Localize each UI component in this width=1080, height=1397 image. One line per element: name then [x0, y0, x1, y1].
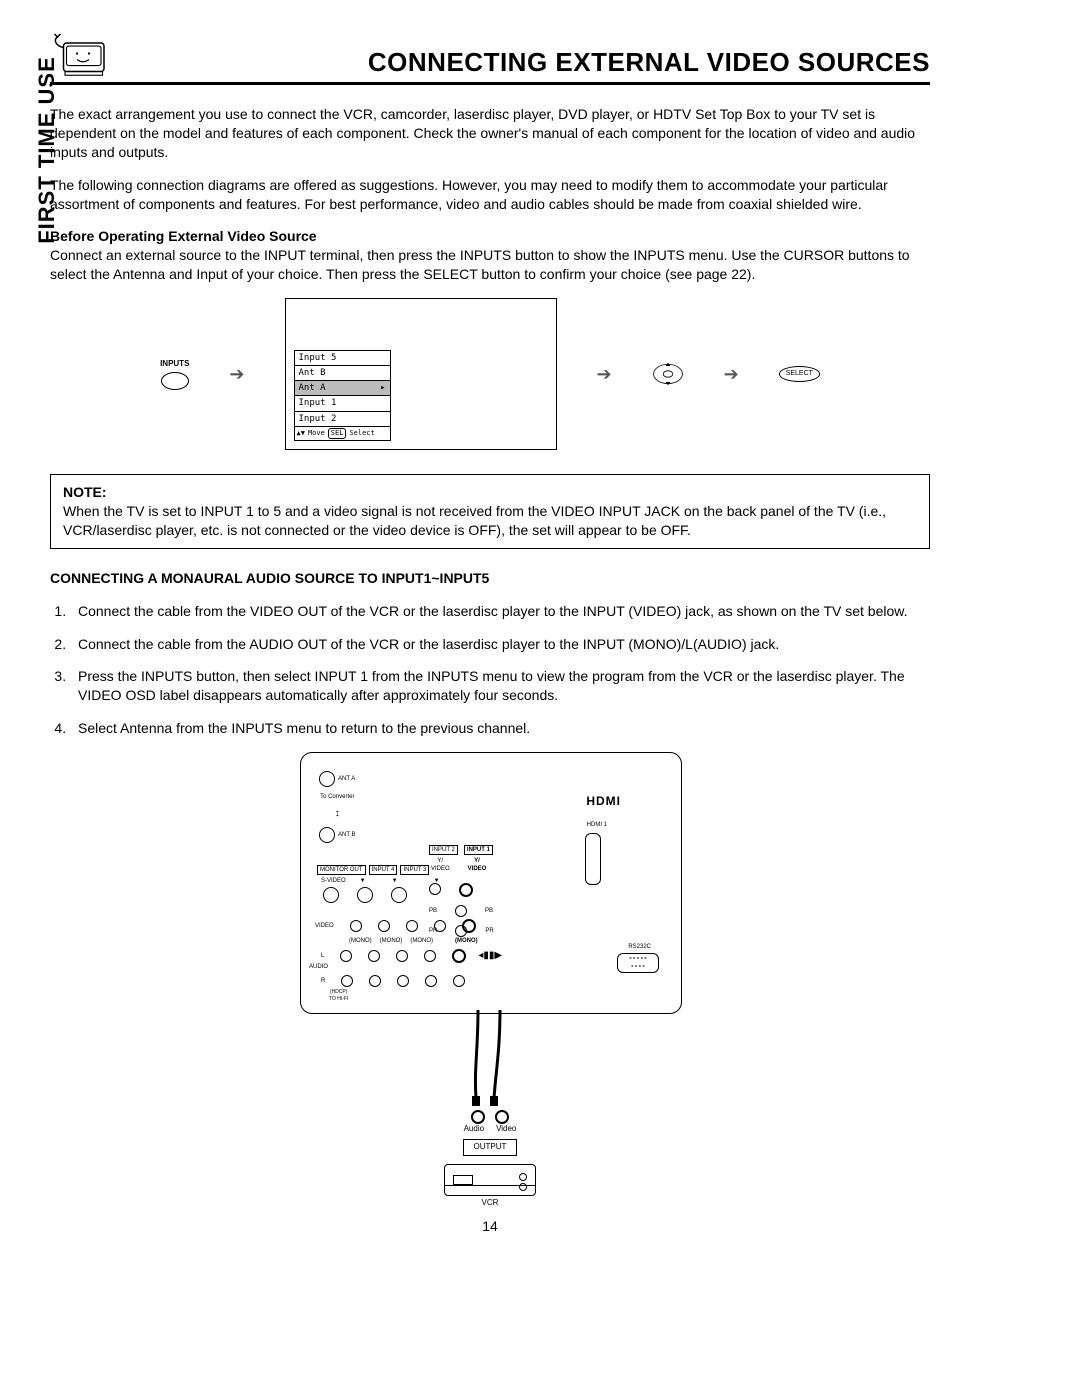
hdmi-logo: HDMI — [586, 793, 621, 809]
vcr-audio-jack-icon — [471, 1110, 485, 1124]
side-label: FIRST TIME USE — [32, 50, 62, 250]
output-label: OUTPUT — [463, 1139, 518, 1156]
vcr-audio-label: Audio — [464, 1124, 484, 1135]
menu-item: Input 2 — [295, 412, 390, 427]
rear-panel-diagram: ANT A To Converter ↕ ANT B HDMI HDMI 1 R… — [300, 752, 680, 1208]
menu-item: Input 5 — [295, 351, 390, 366]
before-text: Connect an external source to the INPUT … — [50, 246, 930, 284]
hdmi-slot-icon — [585, 833, 601, 885]
cable-icon — [430, 1010, 550, 1110]
cursor-pad-icon — [652, 358, 684, 390]
inputs-diagram: INPUTS ➔ Input 5 Ant B Ant A▸ Input 1 In… — [50, 298, 930, 450]
inputs-button-graphic: INPUTS — [160, 359, 189, 390]
rear-panel-box: ANT A To Converter ↕ ANT B HDMI HDMI 1 R… — [300, 752, 682, 1014]
rs232-port-icon: ∘∘∘∘∘∘∘∘∘ — [617, 953, 659, 973]
step-list: Connect the cable from the VIDEO OUT of … — [50, 602, 930, 738]
before-heading: Before Operating External Video Source — [50, 227, 930, 246]
page-title: CONNECTING EXTERNAL VIDEO SOURCES — [368, 45, 930, 80]
step-item: Connect the cable from the VIDEO OUT of … — [70, 602, 930, 621]
menu-footer: ▲▼Move SEL Select — [295, 427, 390, 440]
arrow-icon: ➔ — [597, 362, 612, 386]
menu-item: Ant B — [295, 366, 390, 381]
inputs-button-label: INPUTS — [160, 359, 189, 370]
page-header: CONNECTING EXTERNAL VIDEO SOURCES — [50, 30, 930, 85]
intro-paragraph-2: The following connection diagrams are of… — [50, 176, 930, 214]
inputs-menu: Input 5 Ant B Ant A▸ Input 1 Input 2 ▲▼M… — [294, 350, 391, 441]
vcr-video-label: Video — [496, 1124, 516, 1135]
note-text: When the TV is set to INPUT 1 to 5 and a… — [63, 502, 913, 540]
vcr-video-jack-icon — [495, 1110, 509, 1124]
page-number: 14 — [50, 1217, 930, 1236]
note-box: NOTE: When the TV is set to INPUT 1 to 5… — [50, 474, 930, 549]
step-item: Press the INPUTS button, then select INP… — [70, 667, 930, 705]
select-button-icon: SELECT — [779, 366, 820, 381]
intro-paragraph-1: The exact arrangement you use to connect… — [50, 105, 930, 162]
tv-screen-graphic: Input 5 Ant B Ant A▸ Input 1 Input 2 ▲▼M… — [285, 298, 557, 450]
menu-item-selected: Ant A▸ — [295, 381, 390, 396]
arrow-icon: ➔ — [229, 362, 244, 386]
menu-item: Input 1 — [295, 396, 390, 411]
vcr-label: VCR — [300, 1198, 680, 1209]
mono-heading: CONNECTING A MONAURAL AUDIO SOURCE TO IN… — [50, 569, 930, 588]
note-label: NOTE: — [63, 483, 133, 502]
arrow-icon: ➔ — [724, 362, 739, 386]
vcr-icon — [444, 1164, 536, 1196]
rs232-label: RS232C — [628, 943, 651, 951]
step-item: Connect the cable from the AUDIO OUT of … — [70, 635, 930, 654]
step-item: Select Antenna from the INPUTS menu to r… — [70, 719, 930, 738]
inputs-button-icon — [161, 372, 189, 390]
